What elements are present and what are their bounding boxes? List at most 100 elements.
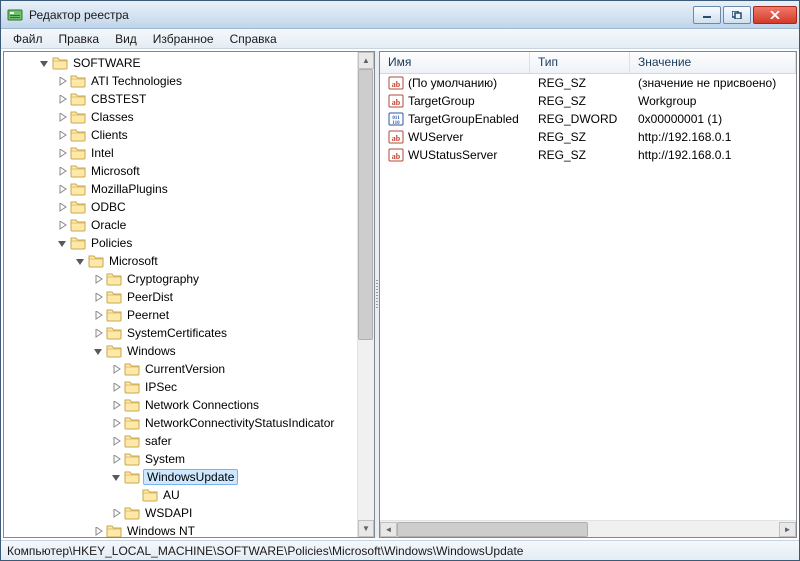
collapse-icon[interactable] — [90, 343, 106, 359]
tree-item-ati[interactable]: ATI Technologies — [4, 72, 357, 90]
expand-icon[interactable] — [108, 397, 124, 413]
folder-icon — [70, 91, 86, 107]
value-data: http://192.168.0.1 — [630, 130, 796, 144]
expand-icon[interactable] — [108, 415, 124, 431]
tree-item-cryptography[interactable]: Cryptography — [4, 270, 357, 288]
expand-icon[interactable] — [54, 163, 70, 179]
value-type: REG_DWORD — [530, 112, 630, 126]
expand-icon[interactable] — [90, 271, 106, 287]
tree-item-microsoft[interactable]: Microsoft — [4, 162, 357, 180]
expand-icon[interactable] — [54, 217, 70, 233]
expand-icon[interactable] — [90, 325, 106, 341]
expand-icon[interactable] — [54, 181, 70, 197]
tree-item-wsdapi[interactable]: WSDAPI — [4, 504, 357, 522]
tree-vertical-scrollbar[interactable]: ▲ ▼ — [357, 52, 374, 537]
tree-item-windows[interactable]: Windows — [4, 342, 357, 360]
folder-icon — [70, 181, 86, 197]
value-row[interactable]: abTargetGroup REG_SZ Workgroup — [380, 92, 796, 110]
menubar: Файл Правка Вид Избранное Справка — [1, 29, 799, 49]
value-name: WUStatusServer — [408, 148, 497, 162]
content-area: SOFTWARE ATI Technologies CBSTEST Classe… — [1, 49, 799, 540]
folder-icon — [88, 253, 104, 269]
scroll-thumb[interactable] — [397, 522, 588, 537]
expand-icon[interactable] — [54, 109, 70, 125]
value-data: 0x00000001 (1) — [630, 112, 796, 126]
tree-item-clients[interactable]: Clients — [4, 126, 357, 144]
column-name[interactable]: Имя — [380, 52, 530, 73]
value-type: REG_SZ — [530, 130, 630, 144]
tree-item-policies_microsoft[interactable]: Microsoft — [4, 252, 357, 270]
tree-item-oracle[interactable]: Oracle — [4, 216, 357, 234]
statusbar: Компьютер\HKEY_LOCAL_MACHINE\SOFTWARE\Po… — [1, 540, 799, 560]
tree-item-windowsupdate[interactable]: WindowsUpdate — [4, 468, 357, 486]
tree-item-software[interactable]: SOFTWARE — [4, 54, 357, 72]
scroll-right-arrow[interactable]: ► — [779, 522, 796, 537]
column-value[interactable]: Значение — [630, 52, 796, 73]
value-row[interactable]: abWUStatusServer REG_SZ http://192.168.0… — [380, 146, 796, 164]
value-row[interactable]: 011110TargetGroupEnabled REG_DWORD 0x000… — [380, 110, 796, 128]
tree-item-intel[interactable]: Intel — [4, 144, 357, 162]
folder-icon — [142, 487, 158, 503]
collapse-icon[interactable] — [72, 253, 88, 269]
registry-tree[interactable]: SOFTWARE ATI Technologies CBSTEST Classe… — [4, 52, 357, 537]
tree-label: Network Connections — [143, 398, 261, 412]
tree-item-peernet[interactable]: Peernet — [4, 306, 357, 324]
menu-favorites[interactable]: Избранное — [145, 30, 222, 48]
tree-item-policies[interactable]: Policies — [4, 234, 357, 252]
splitter[interactable] — [375, 51, 379, 538]
expand-icon[interactable] — [90, 307, 106, 323]
expand-icon[interactable] — [108, 433, 124, 449]
tree-item-system[interactable]: System — [4, 450, 357, 468]
tree-item-classes[interactable]: Classes — [4, 108, 357, 126]
tree-item-au[interactable]: AU — [4, 486, 357, 504]
scroll-down-arrow[interactable]: ▼ — [358, 520, 374, 537]
scroll-thumb[interactable] — [358, 69, 373, 340]
tree-item-cbstest[interactable]: CBSTEST — [4, 90, 357, 108]
expand-icon[interactable] — [54, 127, 70, 143]
folder-icon — [124, 505, 140, 521]
tree-item-peerdist[interactable]: PeerDist — [4, 288, 357, 306]
tree-item-ncsi[interactable]: NetworkConnectivityStatusIndicator — [4, 414, 357, 432]
column-type[interactable]: Тип — [530, 52, 630, 73]
value-name: TargetGroupEnabled — [408, 112, 519, 126]
tree-item-safer[interactable]: safer — [4, 432, 357, 450]
values-list[interactable]: ab(По умолчанию) REG_SZ (значение не при… — [380, 74, 796, 520]
tree-item-odbc[interactable]: ODBC — [4, 198, 357, 216]
collapse-icon[interactable] — [36, 55, 52, 71]
scroll-up-arrow[interactable]: ▲ — [358, 52, 374, 69]
menu-file[interactable]: Файл — [5, 30, 51, 48]
minimize-button[interactable] — [693, 6, 721, 24]
values-horizontal-scrollbar[interactable]: ◄ ► — [380, 520, 796, 537]
collapse-icon[interactable] — [54, 235, 70, 251]
collapse-icon[interactable] — [108, 469, 124, 485]
expand-icon[interactable] — [108, 379, 124, 395]
close-button[interactable] — [753, 6, 797, 24]
folder-icon — [124, 415, 140, 431]
menu-edit[interactable]: Правка — [51, 30, 108, 48]
tree-item-ipsec[interactable]: IPSec — [4, 378, 357, 396]
value-row[interactable]: ab(По умолчанию) REG_SZ (значение не при… — [380, 74, 796, 92]
maximize-button[interactable] — [723, 6, 751, 24]
expand-icon[interactable] — [90, 523, 106, 537]
expand-icon[interactable] — [108, 361, 124, 377]
tree-item-systemcertificates[interactable]: SystemCertificates — [4, 324, 357, 342]
expand-icon[interactable] — [90, 289, 106, 305]
scroll-left-arrow[interactable]: ◄ — [380, 522, 397, 537]
window-title: Редактор реестра — [29, 8, 691, 22]
tree-item-mozillaplugins[interactable]: MozillaPlugins — [4, 180, 357, 198]
expand-icon[interactable] — [108, 505, 124, 521]
expand-icon[interactable] — [54, 199, 70, 215]
expand-icon[interactable] — [54, 73, 70, 89]
tree-item-windowsnt[interactable]: Windows NT — [4, 522, 357, 537]
value-row[interactable]: abWUServer REG_SZ http://192.168.0.1 — [380, 128, 796, 146]
menu-help[interactable]: Справка — [222, 30, 285, 48]
expand-icon[interactable] — [54, 91, 70, 107]
tree-label: SystemCertificates — [125, 326, 229, 340]
tree-item-networkconnections[interactable]: Network Connections — [4, 396, 357, 414]
tree-item-currentversion[interactable]: CurrentVersion — [4, 360, 357, 378]
tree-label: CurrentVersion — [143, 362, 227, 376]
expand-icon[interactable] — [54, 145, 70, 161]
menu-view[interactable]: Вид — [107, 30, 145, 48]
folder-icon — [70, 199, 86, 215]
expand-icon[interactable] — [108, 451, 124, 467]
